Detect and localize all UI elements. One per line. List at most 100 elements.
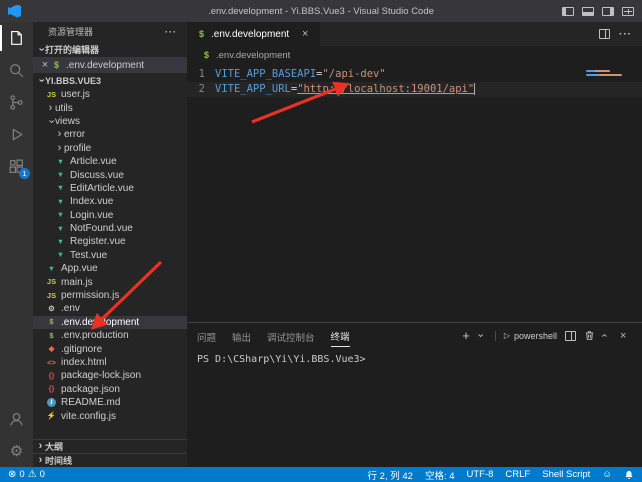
code-line-1: 1 VITE_APP_BASEAPI="/api-dev" [187,67,642,82]
tree-item-views[interactable]: views [33,115,187,128]
tree-item-permission.js[interactable]: JSpermission.js [33,289,187,302]
tree-item-label: user.js [61,89,90,100]
tab-label: .env.development [211,29,289,40]
git-icon: ◆ [46,344,57,354]
notifications-bell-icon[interactable] [624,470,634,480]
code-editor[interactable]: 1 VITE_APP_BASEAPI="/api-dev" 2 VITE_APP… [187,64,642,322]
vue-icon: ▼ [46,264,57,274]
tree-item-vite.config.js[interactable]: ⚡vite.config.js [33,409,187,422]
vue-icon: ▼ [55,197,66,207]
terminal-output[interactable]: PS D:\CSharp\Yi\Yi.BBS.Vue3> [187,348,642,467]
new-terminal-icon[interactable]: + [462,331,470,341]
indentation[interactable]: 空格: 4 [425,468,455,482]
project-root-header[interactable]: YI.BBS.VUE3 [33,73,187,88]
tab-output[interactable]: 输出 [232,325,251,347]
toggle-secondary-sidebar-icon[interactable] [602,7,614,16]
layout-controls [554,7,634,16]
tree-item-Register.vue[interactable]: ▼Register.vue [33,235,187,248]
kill-terminal-icon[interactable] [584,330,595,341]
tree-item-label: .env.production [61,330,129,341]
outline-section-header[interactable]: 大纲 [33,439,187,453]
maximize-panel-icon[interactable] [603,331,612,340]
chevron-right-icon [55,144,64,153]
tree-item-NotFound.vue[interactable]: ▼NotFound.vue [33,222,187,235]
minimap[interactable] [586,64,628,322]
problems-summary[interactable]: ⊗ 0 ⚠ 0 [8,469,45,480]
eol-sequence[interactable]: CRLF [505,469,530,480]
account-icon[interactable] [0,403,33,435]
split-terminal-icon[interactable] [565,331,576,341]
tree-item-label: .gitignore [61,344,102,355]
tree-item-utils[interactable]: utils [33,101,187,114]
close-tab-icon[interactable] [299,28,311,40]
editor-region: $ .env.development $ .env.development 1 … [187,22,642,467]
tree-item-package-lock.json[interactable]: {}package-lock.json [33,369,187,382]
warning-icon: ⚠ [28,469,37,480]
tree-item-label: error [64,129,85,140]
terminal-dropdown-icon[interactable] [478,331,487,340]
open-editors-header[interactable]: 打开的编辑器 [33,42,187,57]
gear-icon: ⚙ [46,304,57,314]
tab-env-development[interactable]: $ .env.development [187,22,321,46]
tree-item-Article.vue[interactable]: ▼Article.vue [33,155,187,168]
tree-item-user.js[interactable]: JSuser.js [33,88,187,101]
panel-header: 问题 输出 调试控制台 终端 + ▷ powershell [187,323,642,348]
tree-item-Discuss.vue[interactable]: ▼Discuss.vue [33,168,187,181]
tree-item-Index.vue[interactable]: ▼Index.vue [33,195,187,208]
tree-item-package.json[interactable]: {}package.json [33,383,187,396]
feedback-smiley-icon[interactable]: ☺ [602,469,612,480]
settings-gear-icon[interactable]: ⚙ [0,435,33,467]
npm-icon: {} [46,384,57,394]
tree-item-.env[interactable]: ⚙.env [33,302,187,315]
tree-item-EditArticle.vue[interactable]: ▼EditArticle.vue [33,182,187,195]
tab-terminal[interactable]: 终端 [331,324,350,347]
tab-problems[interactable]: 问题 [197,325,216,347]
timeline-section-header[interactable]: 时间线 [33,453,187,467]
tree-item-label: package-lock.json [61,370,141,381]
customize-layout-icon[interactable] [622,7,634,16]
env-var-value: "/api-dev" [322,68,385,80]
breadcrumb[interactable]: $ .env.development [187,46,642,64]
tree-item-.env.production[interactable]: $.env.production [33,329,187,342]
sidebar-more-actions-icon[interactable] [165,22,177,42]
close-panel-icon[interactable] [620,330,632,342]
tree-item-index.html[interactable]: <>index.html [33,356,187,369]
language-mode[interactable]: Shell Script [542,469,590,480]
vue-icon: ▼ [55,170,66,180]
terminal-profile[interactable]: ▷ powershell [495,331,557,341]
cursor-position[interactable]: 行 2, 列 42 [368,468,413,482]
tree-item-profile[interactable]: profile [33,142,187,155]
shellscript-icon: $ [51,60,62,70]
tree-item-.gitignore[interactable]: ◆ .gitignore [33,342,187,355]
tree-item-label: main.js [61,277,93,288]
tree-item-label: Test.vue [70,250,107,261]
source-control-icon[interactable] [0,86,33,118]
explorer-icon[interactable] [0,22,33,54]
tree-item-Login.vue[interactable]: ▼Login.vue [33,209,187,222]
sidebar-title-label: 资源管理器 [48,27,93,37]
terminal-play-icon: ▷ [504,331,510,340]
tree-item-Test.vue[interactable]: ▼Test.vue [33,249,187,262]
tree-item-App.vue[interactable]: ▼App.vue [33,262,187,275]
tree-item-.env.development[interactable]: $.env.development [33,316,187,329]
tree-item-error[interactable]: error [33,128,187,141]
close-editor-icon[interactable] [39,59,51,71]
extensions-icon[interactable]: 1 [0,150,33,182]
status-bar: ⊗ 0 ⚠ 0 行 2, 列 42 空格: 4 UTF-8 CRLF Shell… [0,467,642,482]
split-editor-icon[interactable] [599,29,610,39]
tree-item-README.md[interactable]: iREADME.md [33,396,187,409]
toggle-sidebar-icon[interactable] [562,7,574,16]
open-editor-item[interactable]: $ .env.development [33,57,187,73]
readme-icon: i [47,398,56,407]
tree-item-main.js[interactable]: JSmain.js [33,275,187,288]
search-icon[interactable] [0,54,33,86]
editor-more-actions-icon[interactable] [619,29,632,40]
vue-icon: ▼ [55,224,66,234]
encoding[interactable]: UTF-8 [467,469,494,480]
run-debug-icon[interactable] [0,118,33,150]
chevron-right-icon [36,442,45,451]
line-number: 1 [187,67,215,82]
env-var-name: VITE_APP_BASEAPI [215,68,316,80]
tab-debug-console[interactable]: 调试控制台 [267,325,315,347]
toggle-panel-icon[interactable] [582,7,594,16]
